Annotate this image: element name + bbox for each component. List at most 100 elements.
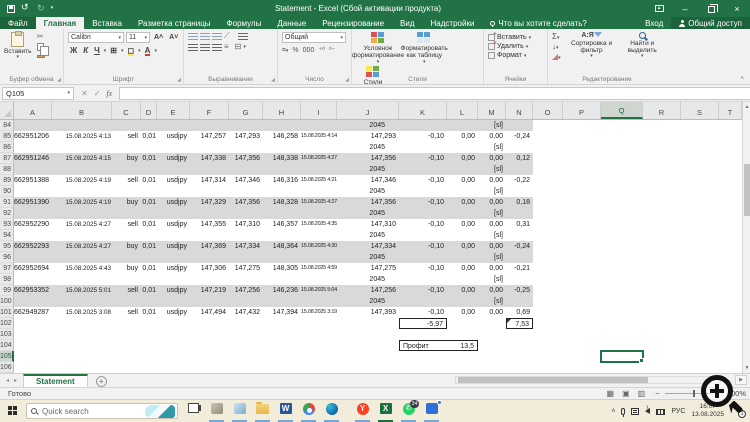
cell-N93[interactable]: 0,31: [506, 219, 533, 230]
cell-F104[interactable]: [190, 340, 229, 351]
cell-K87[interactable]: -0,10: [399, 153, 447, 164]
cell-H102[interactable]: [263, 318, 301, 329]
cell-M101[interactable]: 0,00: [478, 307, 506, 318]
cell-H84[interactable]: [263, 120, 301, 131]
cell-P87[interactable]: [563, 153, 601, 164]
cell-C88[interactable]: [112, 164, 141, 175]
cell-T105[interactable]: [719, 351, 742, 362]
cell-H103[interactable]: [263, 329, 301, 340]
cell-G89[interactable]: 147,346: [229, 175, 263, 186]
undo-icon[interactable]: ↺▾: [21, 3, 31, 14]
cell-C91[interactable]: buy: [112, 197, 141, 208]
align-right-icon[interactable]: [212, 43, 222, 51]
cell-H95[interactable]: 148,364: [263, 241, 301, 252]
cell-D97[interactable]: 0,01: [141, 263, 157, 274]
cell-A106[interactable]: [14, 362, 52, 373]
cell-J85[interactable]: 147,293: [337, 131, 399, 142]
taskbar-chrome[interactable]: [300, 400, 317, 422]
row-header-99[interactable]: 99: [0, 285, 14, 296]
cell-Q98[interactable]: [601, 274, 643, 285]
taskbar-file-explorer[interactable]: [254, 400, 271, 422]
cell-R104[interactable]: [643, 340, 681, 351]
cancel-icon[interactable]: ✕: [81, 89, 88, 98]
column-header-E[interactable]: E: [157, 102, 190, 119]
column-header-Q[interactable]: Q: [601, 102, 643, 119]
cell-T103[interactable]: [719, 329, 742, 340]
cell-N96[interactable]: [506, 252, 533, 263]
increase-decimal-icon[interactable]: ⁺⁰: [318, 46, 325, 54]
cell-A100[interactable]: [14, 296, 52, 307]
cell-G97[interactable]: 147,275: [229, 263, 263, 274]
horizontal-scroll-thumb[interactable]: [458, 377, 648, 383]
cell-E106[interactable]: [157, 362, 190, 373]
cell-Q99[interactable]: [601, 285, 643, 296]
cell-E89[interactable]: usdjpy: [157, 175, 190, 186]
start-button[interactable]: [0, 406, 26, 416]
cell-O98[interactable]: [533, 274, 563, 285]
cell-F103[interactable]: [190, 329, 229, 340]
cell-T86[interactable]: [719, 142, 742, 153]
cell-Q97[interactable]: [601, 263, 643, 274]
cell-O104[interactable]: [533, 340, 563, 351]
cell-C99[interactable]: sell: [112, 285, 141, 296]
cell-C98[interactable]: [112, 274, 141, 285]
cell-C86[interactable]: [112, 142, 141, 153]
sheet-tab-statement[interactable]: Statement: [23, 374, 88, 387]
cell-S100[interactable]: [681, 296, 719, 307]
dialog-launcher-icon[interactable]: ◢: [177, 77, 181, 83]
cell-G94[interactable]: [229, 230, 263, 241]
row-header-101[interactable]: 101: [0, 307, 14, 318]
cell-J91[interactable]: 147,356: [337, 197, 399, 208]
cell-J106[interactable]: [337, 362, 399, 373]
tab-formulas[interactable]: Формулы: [219, 17, 270, 29]
font-color-button[interactable]: А: [143, 46, 153, 56]
cell-L97[interactable]: 0,00: [447, 263, 478, 274]
vertical-scroll-thumb[interactable]: [744, 164, 750, 216]
cell-M85[interactable]: 0,00: [478, 131, 506, 142]
cell-F84[interactable]: [190, 120, 229, 131]
cell-T104[interactable]: [719, 340, 742, 351]
cell-D89[interactable]: 0,01: [141, 175, 157, 186]
accounting-format-icon[interactable]: ¤▾: [282, 47, 288, 54]
underline-button[interactable]: Ч: [92, 46, 102, 55]
cell-D101[interactable]: 0,01: [141, 307, 157, 318]
find-select-button[interactable]: Найти и выделить ▾: [620, 32, 664, 61]
cell-P89[interactable]: [563, 175, 601, 186]
cell-D103[interactable]: [141, 329, 157, 340]
cell-I96[interactable]: [301, 252, 337, 263]
cell-E104[interactable]: [157, 340, 190, 351]
column-header-A[interactable]: A: [14, 102, 52, 119]
column-header-P[interactable]: P: [563, 102, 601, 119]
column-header-C[interactable]: C: [112, 102, 141, 119]
cell-K92[interactable]: [399, 208, 447, 219]
column-header-O[interactable]: O: [533, 102, 563, 119]
cell-P85[interactable]: [563, 131, 601, 142]
cell-L86[interactable]: [447, 142, 478, 153]
cell-L91[interactable]: 0,00: [447, 197, 478, 208]
cell-K84[interactable]: [399, 120, 447, 131]
cell-J95[interactable]: 147,334: [337, 241, 399, 252]
cell-N106[interactable]: [506, 362, 533, 373]
select-all-corner[interactable]: [0, 102, 14, 119]
cell-H92[interactable]: [263, 208, 301, 219]
cell-T90[interactable]: [719, 186, 742, 197]
cell-K105[interactable]: [399, 351, 447, 362]
cell-S99[interactable]: [681, 285, 719, 296]
cell-E85[interactable]: usdjpy: [157, 131, 190, 142]
cell-S103[interactable]: [681, 329, 719, 340]
cell-N86[interactable]: [506, 142, 533, 153]
cell-J92[interactable]: 2045: [337, 208, 399, 219]
cell-D92[interactable]: [141, 208, 157, 219]
cell-L101[interactable]: 0,00: [447, 307, 478, 318]
enter-icon[interactable]: ✓: [94, 89, 101, 98]
conditional-formatting-button[interactable]: Условное форматирование ▾: [352, 32, 404, 66]
cell-J86[interactable]: 2045: [337, 142, 399, 153]
minimize-button[interactable]: –: [672, 0, 698, 17]
cell-S96[interactable]: [681, 252, 719, 263]
tab-review[interactable]: Рецензирование: [314, 17, 392, 29]
cell-L104[interactable]: 13,5: [447, 340, 478, 351]
cell-G96[interactable]: [229, 252, 263, 263]
cell-A89[interactable]: 662951388: [14, 175, 52, 186]
cell-G88[interactable]: [229, 164, 263, 175]
cell-M96[interactable]: [sl]: [478, 252, 506, 263]
